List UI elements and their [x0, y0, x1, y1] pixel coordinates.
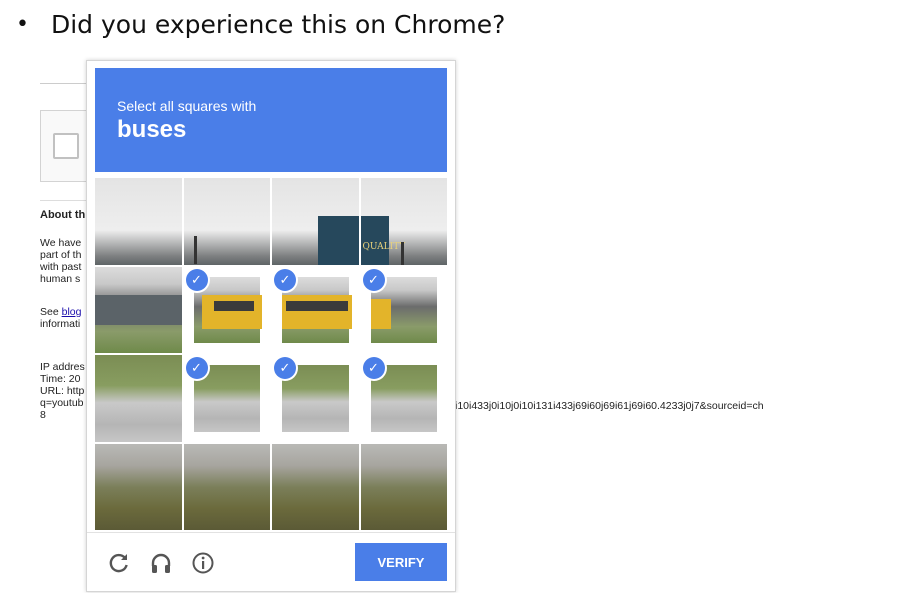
grid-tile[interactable] — [95, 266, 182, 353]
bus-windows — [213, 300, 254, 311]
time-line: Time: 20 — [40, 373, 81, 385]
grid-tile[interactable] — [95, 355, 182, 442]
motel-sign — [360, 216, 389, 265]
paragraph-line: human s — [40, 273, 81, 285]
grid-tile-selected[interactable]: ✓ — [272, 266, 359, 353]
recaptcha-challenge: Select all squares with buses QUALITY ✓ — [86, 60, 456, 592]
grid-tile[interactable] — [95, 178, 182, 265]
sign-text: QUALITY — [362, 242, 406, 252]
grid-tile[interactable] — [183, 443, 270, 530]
headphones-icon[interactable] — [149, 551, 173, 575]
paragraph-line: We have — [40, 237, 82, 249]
check-icon: ✓ — [362, 268, 385, 291]
query-line-end: 8 — [40, 409, 46, 421]
grid-tile[interactable] — [272, 443, 359, 530]
information-line: informati — [40, 318, 81, 330]
paragraph-line: part of th — [40, 249, 82, 261]
about-heading: About th — [40, 209, 86, 221]
grid-tile-selected[interactable]: ✓ — [183, 355, 270, 442]
grid-tile[interactable] — [183, 178, 270, 265]
paragraph-line: with past — [40, 261, 82, 273]
pole — [193, 236, 197, 264]
ip-line: IP addres — [40, 361, 85, 373]
grid-tile[interactable] — [360, 443, 447, 530]
check-icon: ✓ — [274, 357, 296, 379]
recaptcha-checkbox[interactable] — [53, 133, 79, 159]
motel-sign — [318, 216, 359, 265]
reload-icon[interactable] — [107, 551, 131, 575]
bus-windows — [286, 300, 348, 311]
check-icon: ✓ — [274, 268, 296, 291]
target-object: buses — [117, 116, 187, 143]
instruction-text: Select all squares with — [117, 98, 257, 114]
grid-tile[interactable]: QUALITY — [360, 178, 447, 265]
verify-button[interactable]: VERIFY — [355, 543, 447, 581]
grid-tile[interactable] — [272, 178, 359, 265]
check-icon: ✓ — [185, 268, 208, 291]
grid-tile[interactable] — [95, 443, 182, 530]
grid-tile-selected[interactable]: ✓ — [360, 266, 447, 353]
grid-tile-selected[interactable]: ✓ — [272, 355, 359, 442]
url-tail: i10i433j0i10j0i10i131i433j69i60j69i61j69… — [455, 400, 764, 412]
see-line: See blog — [40, 307, 81, 318]
pole — [400, 242, 404, 265]
url-line: URL: http — [40, 385, 85, 397]
challenge-header: Select all squares with buses — [95, 68, 447, 172]
check-icon: ✓ — [362, 357, 385, 379]
image-grid: QUALITY ✓ ✓ ✓ ✓ ✓ ✓ — [95, 178, 447, 530]
grid-tile-selected[interactable]: ✓ — [183, 266, 270, 353]
school-bus — [370, 298, 391, 329]
grid-tile-selected[interactable]: ✓ — [360, 355, 447, 442]
challenge-footer: VERIFY — [87, 532, 455, 591]
see-prefix: See — [40, 306, 62, 318]
check-icon: ✓ — [185, 357, 208, 379]
info-icon[interactable] — [191, 551, 215, 575]
blog-link[interactable]: blog — [62, 306, 82, 318]
query-line: q=youtub — [40, 397, 84, 409]
building-roof — [95, 294, 182, 325]
